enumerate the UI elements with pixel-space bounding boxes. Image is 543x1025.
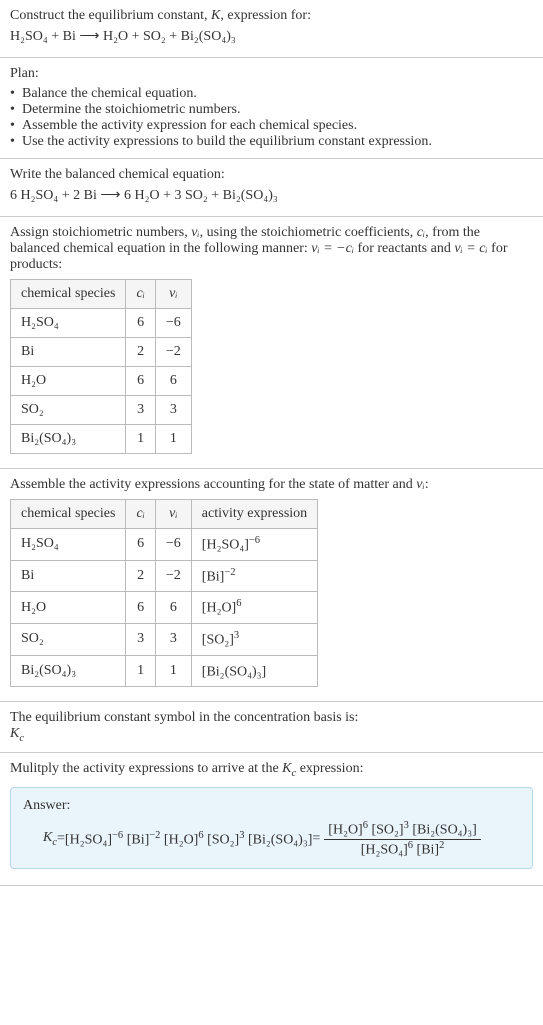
col-activity: activity expression xyxy=(191,500,317,529)
kc-symbol: Kc xyxy=(10,726,533,744)
activity-expr: [SO₂]3 xyxy=(191,623,317,655)
activity-expr: [Bi]−2 xyxy=(191,560,317,592)
activity-expr: [H₂O]6 xyxy=(191,592,317,624)
numerator: [H₂O]6 [SO₂]3 [Bi₂(SO₄)₃] xyxy=(324,820,480,840)
symbol-section: The equilibrium constant symbol in the c… xyxy=(0,702,543,753)
intro-text-b: , expression for: xyxy=(220,8,311,23)
answer-label: Answer: xyxy=(23,798,520,814)
flat-expression: [H₂SO₄]−6 [Bi]−2 [H₂O]6 [SO₂]3 [Bi₂(SO₄)… xyxy=(65,830,312,849)
col-species: chemical species xyxy=(11,280,126,309)
plan-section: Plan: •Balance the chemical equation. •D… xyxy=(0,58,543,159)
intro-section: Construct the equilibrium constant, K, e… xyxy=(0,0,543,58)
activity-expr: [Bi₂(SO₄)₃] xyxy=(191,655,317,687)
stoich-table: chemical species cᵢ νᵢ H₂SO₄6−6 Bi2−2 H₂… xyxy=(10,279,192,454)
activity-expr: [H₂SO₄]−6 xyxy=(191,529,317,561)
k-symbol: K xyxy=(211,8,220,23)
answer-section: Mulitply the activity expressions to arr… xyxy=(0,753,543,886)
symbol-line: The equilibrium constant symbol in the c… xyxy=(10,710,533,726)
eq-lhs: H₂SO₄ + Bi xyxy=(10,29,76,44)
plan-header: Plan: xyxy=(10,66,533,82)
table-row: H₂SO₄6−6 xyxy=(11,309,192,338)
col-nui: νᵢ xyxy=(155,500,191,529)
balanced-equation: 6 H₂SO₄ + 2 Bi ⟶ 6 H₂O + 3 SO₂ + Bi₂(SO₄… xyxy=(10,187,533,204)
multiply-line: Mulitply the activity expressions to arr… xyxy=(10,761,533,779)
bal-arrow: ⟶ xyxy=(97,188,124,203)
bullet-icon: • xyxy=(10,102,22,118)
table-row: Bi2−2[Bi]−2 xyxy=(11,560,318,592)
plan-item-2: •Assemble the activity expression for ea… xyxy=(10,118,533,134)
activity-intro: Assemble the activity expressions accoun… xyxy=(10,477,533,493)
bal-lhs: 6 H₂SO₄ + 2 Bi xyxy=(10,188,97,203)
answer-box: Answer: Kc = [H₂SO₄]−6 [Bi]−2 [H₂O]6 [SO… xyxy=(10,787,533,869)
table-header-row: chemical species cᵢ νᵢ xyxy=(11,280,192,309)
table-header-row: chemical species cᵢ νᵢ activity expressi… xyxy=(11,500,318,529)
unbalanced-equation: H₂SO₄ + Bi ⟶ H₂O + SO₂ + Bi₂(SO₄)₃ xyxy=(10,28,533,45)
stoich-section: Assign stoichiometric numbers, νᵢ, using… xyxy=(0,217,543,469)
plan-item-1: •Determine the stoichiometric numbers. xyxy=(10,102,533,118)
table-row: H₂SO₄6−6[H₂SO₄]−6 xyxy=(11,529,318,561)
kc-lhs: Kc xyxy=(43,830,57,848)
table-row: Bi₂(SO₄)₃11[Bi₂(SO₄)₃] xyxy=(11,655,318,687)
table-row: SO₂33 xyxy=(11,396,192,425)
bullet-icon: • xyxy=(10,134,22,150)
table-row: SO₂33[SO₂]3 xyxy=(11,623,318,655)
bal-rhs: 6 H₂O + 3 SO₂ + Bi₂(SO₄)₃ xyxy=(124,188,278,203)
fraction: [H₂O]6 [SO₂]3 [Bi₂(SO₄)₃] [H₂SO₄]6 [Bi]2 xyxy=(324,820,480,858)
table-row: H₂O66 xyxy=(11,367,192,396)
intro-line: Construct the equilibrium constant, K, e… xyxy=(10,8,533,24)
bullet-icon: • xyxy=(10,118,22,134)
col-nui: νᵢ xyxy=(155,280,191,309)
col-ci: cᵢ xyxy=(126,280,155,309)
activity-table: chemical species cᵢ νᵢ activity expressi… xyxy=(10,499,318,687)
eq-arrow: ⟶ xyxy=(76,29,103,44)
table-row: Bi₂(SO₄)₃11 xyxy=(11,425,192,454)
answer-equation: Kc = [H₂SO₄]−6 [Bi]−2 [H₂O]6 [SO₂]3 [Bi₂… xyxy=(23,820,520,858)
plan-item-0: •Balance the chemical equation. xyxy=(10,86,533,102)
col-ci: cᵢ xyxy=(126,500,155,529)
table-row: H₂O66[H₂O]6 xyxy=(11,592,318,624)
denominator: [H₂SO₄]6 [Bi]2 xyxy=(324,840,480,859)
activity-section: Assemble the activity expressions accoun… xyxy=(0,469,543,702)
col-species: chemical species xyxy=(11,500,126,529)
stoich-intro: Assign stoichiometric numbers, νᵢ, using… xyxy=(10,225,533,273)
eq-rhs: H₂O + SO₂ + Bi₂(SO₄)₃ xyxy=(103,29,236,44)
balanced-section: Write the balanced chemical equation: 6 … xyxy=(0,159,543,217)
intro-text-a: Construct the equilibrium constant, xyxy=(10,8,211,23)
balanced-header: Write the balanced chemical equation: xyxy=(10,167,533,183)
bullet-icon: • xyxy=(10,86,22,102)
table-row: Bi2−2 xyxy=(11,338,192,367)
plan-item-3: •Use the activity expressions to build t… xyxy=(10,134,533,150)
